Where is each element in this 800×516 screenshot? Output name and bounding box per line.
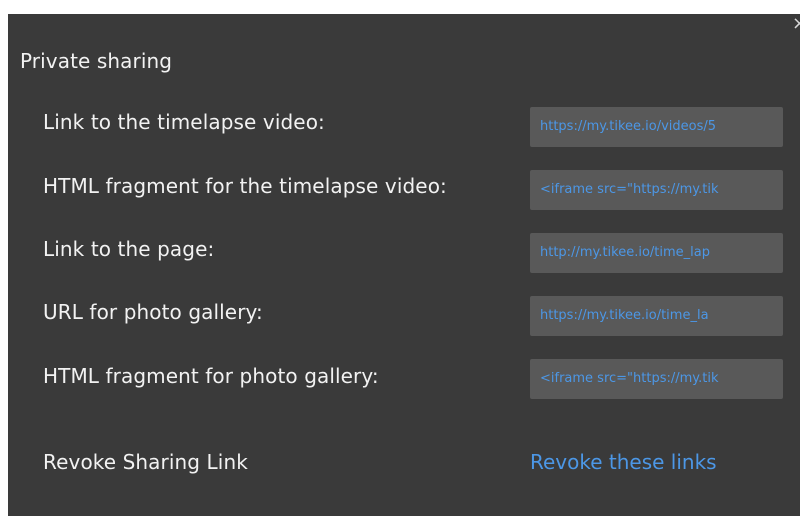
- label-timelapse-video-link: Link to the timelapse video:: [43, 110, 325, 134]
- label-timelapse-video-html: HTML fragment for the timelapse video:: [43, 174, 447, 198]
- label-page-link: Link to the page:: [43, 237, 215, 261]
- label-revoke-sharing: Revoke Sharing Link: [43, 450, 248, 474]
- label-photo-gallery-url: URL for photo gallery:: [43, 300, 263, 324]
- private-sharing-panel: Private sharing Link to the timelapse vi…: [8, 14, 800, 516]
- label-photo-gallery-html: HTML fragment for photo gallery:: [43, 364, 379, 388]
- section-title: Private sharing: [20, 49, 173, 73]
- photo-gallery-html-field[interactable]: <iframe src="https://my.tik: [530, 359, 783, 399]
- timelapse-video-link-field[interactable]: https://my.tikee.io/videos/5: [530, 107, 783, 147]
- window-top-strip: [0, 0, 800, 14]
- close-icon[interactable]: ×: [792, 14, 800, 34]
- revoke-links-button[interactable]: Revoke these links: [530, 450, 717, 474]
- photo-gallery-url-field[interactable]: https://my.tikee.io/time_la: [530, 296, 783, 336]
- page-link-field[interactable]: http://my.tikee.io/time_lap: [530, 233, 783, 273]
- timelapse-video-html-field[interactable]: <iframe src="https://my.tik: [530, 170, 783, 210]
